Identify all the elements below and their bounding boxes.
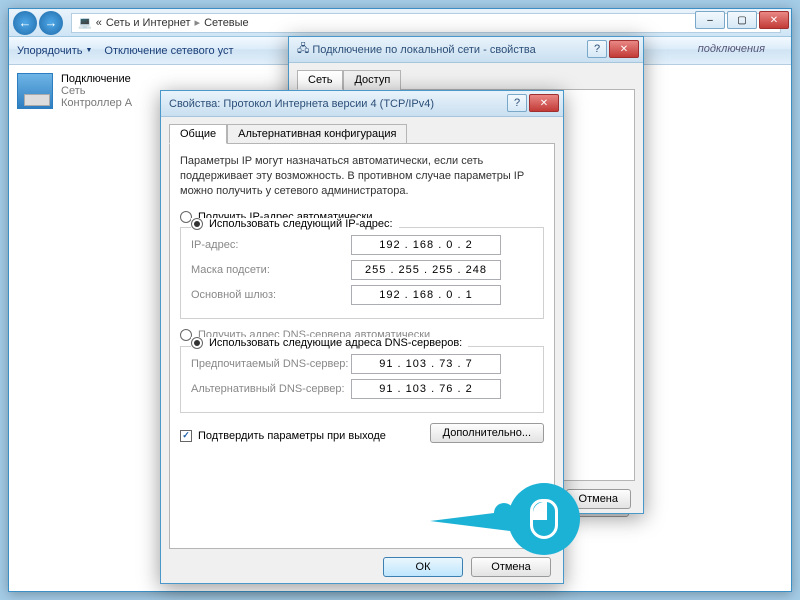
conn-close-button[interactable]: ✕	[609, 40, 639, 58]
connection-adapter: Контроллер A	[61, 97, 132, 109]
alternate-dns-input[interactable]: 91 . 103 . 76 . 2	[351, 379, 501, 399]
maximize-button[interactable]: ▢	[727, 11, 757, 29]
static-ip-group: Использовать следующий IP-адрес: IP-адре…	[180, 227, 544, 319]
label-dns2: Альтернативный DNS-сервер:	[191, 383, 351, 395]
help-button-ip[interactable]: ?	[507, 94, 527, 112]
forward-button[interactable]: →	[39, 11, 63, 35]
ip-desc-text: Параметры IP могут назначаться автоматич…	[180, 154, 544, 199]
tab-access[interactable]: Доступ	[343, 70, 401, 90]
breadcrumb-seg-2[interactable]: Сетевые	[204, 17, 249, 29]
breadcrumb[interactable]: 💻 « Сеть и Интернет ▸ Сетевые	[71, 13, 781, 33]
label-mask: Маска подсети:	[191, 264, 351, 276]
breadcrumb-trail: подключения	[698, 43, 765, 55]
radio-icon-selected	[191, 337, 203, 349]
titlebar: ← → 💻 « Сеть и Интернет ▸ Сетевые – ▢ ✕	[9, 9, 791, 37]
preferred-dns-input[interactable]: 91 . 103 . 73 . 7	[351, 354, 501, 374]
static-dns-group: Использовать следующие адреса DNS-сервер…	[180, 346, 544, 413]
validate-on-exit-checkbox[interactable]: Подтвердить параметры при выходе	[180, 430, 386, 442]
tab-network[interactable]: Сеть	[297, 70, 343, 90]
label-gateway: Основной шлюз:	[191, 289, 351, 301]
label-ip: IP-адрес:	[191, 239, 351, 251]
mouse-click-callout	[508, 483, 580, 555]
minimize-button[interactable]: –	[695, 11, 725, 29]
mouse-icon	[530, 499, 558, 539]
back-button[interactable]: ←	[13, 11, 37, 35]
breadcrumb-seg-1[interactable]: Сеть и Интернет	[106, 17, 191, 29]
radio-use-static-ip[interactable]: Использовать следующий IP-адрес:	[191, 218, 399, 230]
checkbox-icon	[180, 430, 192, 442]
tab-alternative[interactable]: Альтернативная конфигурация	[227, 124, 407, 144]
network-icon: 💻	[78, 16, 92, 29]
shield-icon: 🖧	[297, 40, 309, 59]
tab-general[interactable]: Общие	[169, 124, 227, 144]
label-dns1: Предпочитаемый DNS-сервер:	[191, 358, 351, 370]
ip-close-button[interactable]: ✕	[529, 94, 559, 112]
close-button[interactable]: ✕	[759, 11, 789, 29]
connection-subtitle: Сеть	[61, 85, 132, 97]
conn-dialog-title: 🖧 Подключение по локальной сети - свойст…	[289, 37, 643, 63]
ip-address-input[interactable]: 192 . 168 . 0 . 2	[351, 235, 501, 255]
ipv4-dialog-title: Свойства: Протокол Интернета версии 4 (T…	[161, 91, 563, 117]
advanced-button[interactable]: Дополнительно...	[430, 423, 544, 443]
cancel-button[interactable]: Отмена	[471, 557, 551, 577]
radio-icon-selected	[191, 218, 203, 230]
help-button[interactable]: ?	[587, 40, 607, 58]
lan-icon	[17, 73, 53, 109]
disable-device-button[interactable]: Отключение сетевого уст	[104, 45, 233, 57]
subnet-mask-input[interactable]: 255 . 255 . 255 . 248	[351, 260, 501, 280]
ipv4-properties-dialog: Свойства: Протокол Интернета версии 4 (T…	[160, 90, 564, 584]
gateway-input[interactable]: 192 . 168 . 0 . 1	[351, 285, 501, 305]
organize-menu[interactable]: Упорядочить▼	[17, 45, 92, 57]
connection-title: Подключение	[61, 73, 132, 85]
radio-use-static-dns[interactable]: Использовать следующие адреса DNS-сервер…	[191, 337, 468, 349]
ok-button[interactable]: ОК	[383, 557, 463, 577]
